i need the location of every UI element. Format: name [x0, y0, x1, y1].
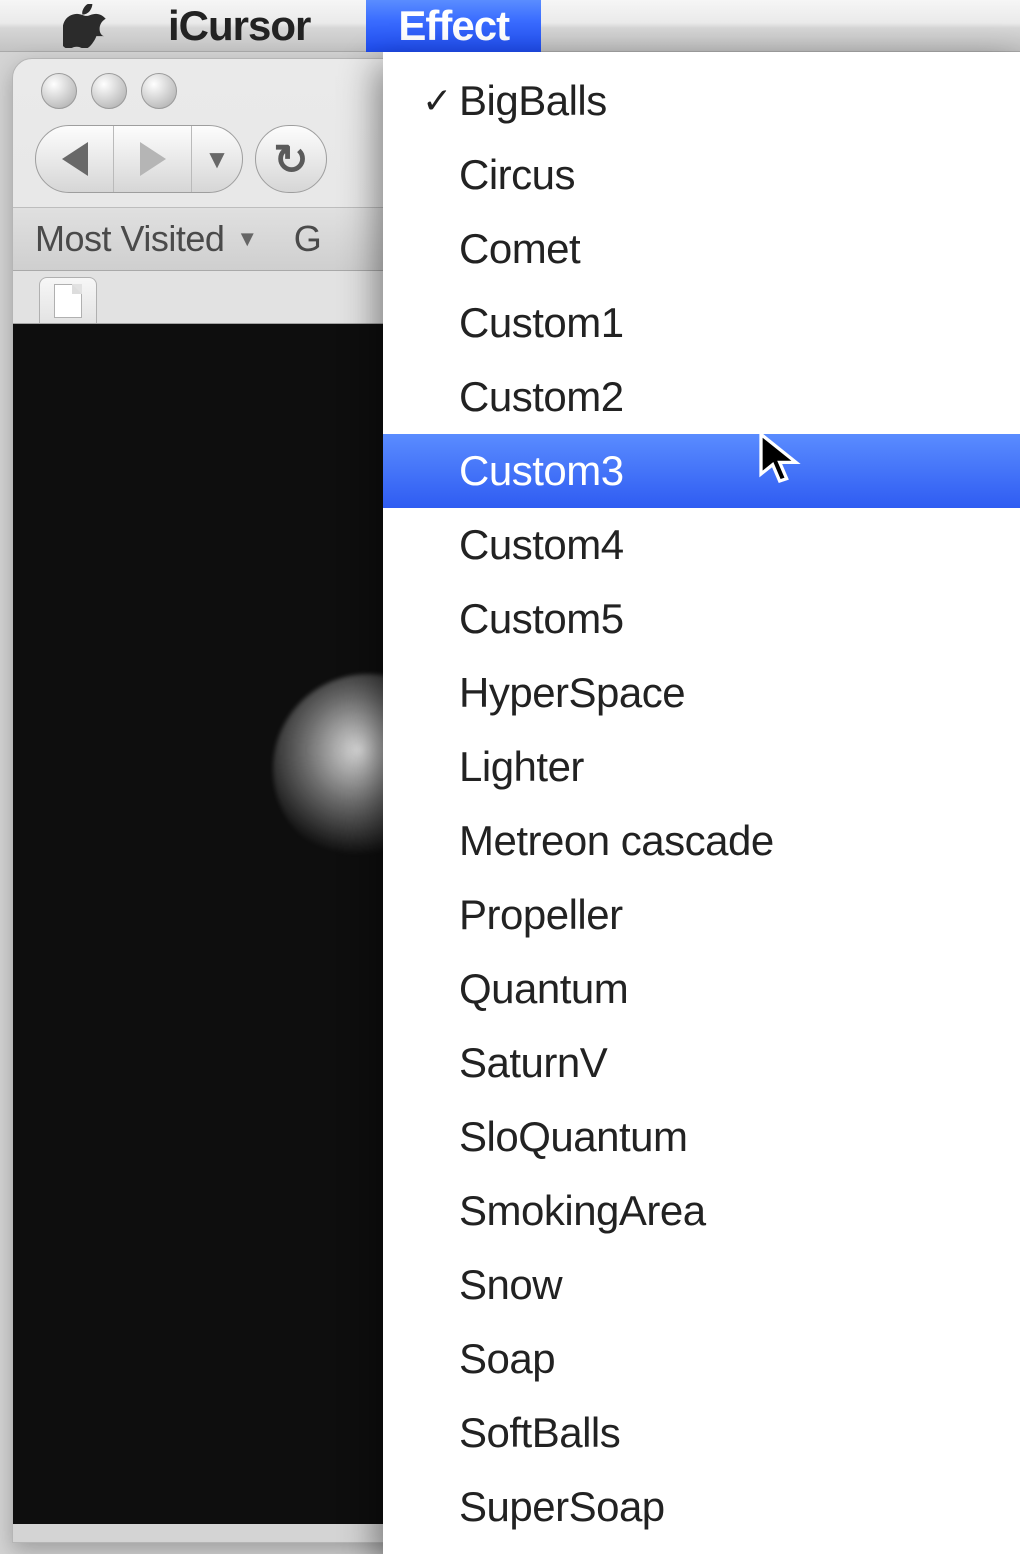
effect-item-softballs[interactable]: SoftBalls [383, 1396, 1020, 1470]
effect-item-supersoap[interactable]: SuperSoap [383, 1470, 1020, 1544]
reload-button[interactable]: ↻ [255, 125, 327, 193]
effect-item-label: Custom3 [459, 447, 624, 495]
effect-item-propeller[interactable]: Propeller [383, 878, 1020, 952]
effect-item-saturnv[interactable]: SaturnV [383, 1026, 1020, 1100]
effect-item-label: Comet [459, 225, 580, 273]
effect-item-label: Lighter [459, 743, 584, 791]
effect-item-label: Circus [459, 151, 575, 199]
recent-pages-button[interactable]: ▼ [192, 125, 242, 193]
nav-back-forward: ▼ [35, 125, 243, 193]
effect-item-sloquantum[interactable]: SloQuantum [383, 1100, 1020, 1174]
effect-item-label: SuperSoap [459, 1483, 665, 1531]
effect-item-label: BigBalls [459, 77, 607, 125]
effect-item-label: Snow [459, 1261, 562, 1309]
window-controls [13, 59, 411, 119]
effect-item-label: SaturnV [459, 1039, 607, 1087]
effect-item-label: SmokingArea [459, 1187, 706, 1235]
page-content [13, 324, 411, 1524]
effect-item-label: SloQuantum [459, 1113, 687, 1161]
browser-tab[interactable] [39, 277, 97, 323]
effect-item-label: Propeller [459, 891, 623, 939]
minimize-button[interactable] [91, 73, 127, 109]
browser-window: ▼ ↻ Most Visited ▼ G [12, 58, 412, 1543]
chevron-down-icon: ▼ [236, 226, 257, 252]
effect-item-label: Metreon cascade [459, 817, 774, 865]
checkmark-icon: ✓ [415, 80, 459, 122]
page-icon [54, 284, 82, 318]
effect-item-smokingarea[interactable]: SmokingArea [383, 1174, 1020, 1248]
forward-button[interactable] [114, 125, 192, 193]
effect-item-label: SoftBalls [459, 1409, 620, 1457]
effect-item-label: Custom1 [459, 299, 624, 347]
effect-item-custom1[interactable]: Custom1 [383, 286, 1020, 360]
effect-item-custom5[interactable]: Custom5 [383, 582, 1020, 656]
effect-item-comet[interactable]: Comet [383, 212, 1020, 286]
tab-strip [13, 271, 411, 324]
effect-item-bigballs[interactable]: ✓BigBalls [383, 64, 1020, 138]
effect-item-label: Quantum [459, 965, 628, 1013]
browser-toolbar: ▼ ↻ [13, 119, 411, 207]
bookmark-most-visited[interactable]: Most Visited ▼ [35, 218, 258, 260]
effect-item-label: Custom2 [459, 373, 624, 421]
effect-item-label: Custom5 [459, 595, 624, 643]
app-name[interactable]: iCursor [168, 2, 310, 50]
bookmark-label: G [294, 218, 322, 260]
effect-dropdown: ✓BigBalls Circus Comet Custom1 Custom2 Custom… [383, 52, 1020, 1554]
effect-item-custom3[interactable]: Custom3 [383, 434, 1020, 508]
effect-item-custom4[interactable]: Custom4 [383, 508, 1020, 582]
bookmark-item-2[interactable]: G [294, 218, 322, 260]
effect-item-label: HyperSpace [459, 669, 685, 717]
apple-menu-icon[interactable] [62, 0, 108, 52]
bookmarks-bar: Most Visited ▼ G [13, 207, 411, 271]
menubar: iCursor Effect [0, 0, 1020, 52]
effect-item-circus[interactable]: Circus [383, 138, 1020, 212]
effect-item-metreon-cascade[interactable]: Metreon cascade [383, 804, 1020, 878]
back-button[interactable] [36, 125, 114, 193]
effect-item-lighter[interactable]: Lighter [383, 730, 1020, 804]
menu-effect[interactable]: Effect [366, 0, 541, 52]
effect-item-label: Soap [459, 1335, 555, 1383]
effect-item-hyperspace[interactable]: HyperSpace [383, 656, 1020, 730]
bookmark-label: Most Visited [35, 218, 224, 260]
effect-item-label: Custom4 [459, 521, 624, 569]
zoom-button[interactable] [141, 73, 177, 109]
effect-item-custom2[interactable]: Custom2 [383, 360, 1020, 434]
effect-item-soap[interactable]: Soap [383, 1322, 1020, 1396]
effect-item-quantum[interactable]: Quantum [383, 952, 1020, 1026]
close-button[interactable] [41, 73, 77, 109]
effect-item-snow[interactable]: Snow [383, 1248, 1020, 1322]
